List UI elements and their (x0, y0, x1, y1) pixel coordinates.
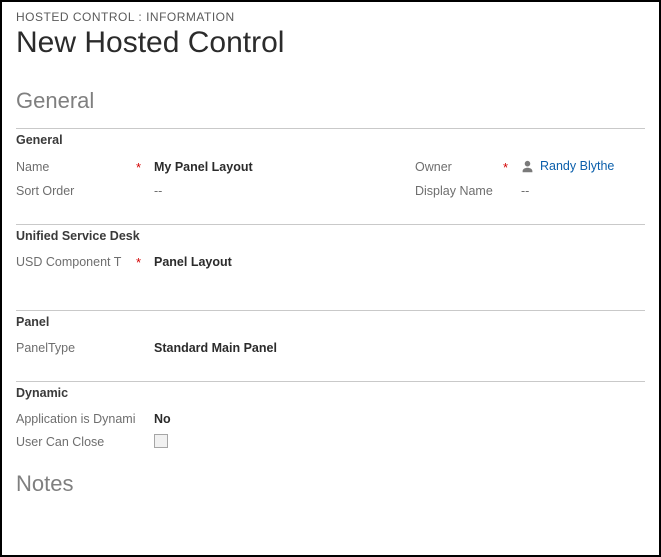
name-field[interactable]: My Panel Layout (154, 160, 405, 174)
subsection-general: General Name * My Panel Layout Owner * R… (16, 128, 645, 198)
section-notes-title: Notes (16, 471, 645, 497)
usercanclose-checkbox[interactable] (154, 434, 168, 448)
subsection-general-header: General (16, 129, 645, 147)
displayname-field[interactable]: -- (521, 184, 645, 198)
subsection-usd: Unified Service Desk USD Component T * P… (16, 224, 645, 270)
name-required: * (136, 160, 154, 175)
section-general-title: General (16, 88, 645, 114)
subsection-dynamic-header: Dynamic (16, 382, 645, 400)
sortorder-field[interactable]: -- (154, 184, 405, 198)
componenttype-required: * (136, 255, 154, 270)
owner-label: Owner (415, 160, 503, 174)
appisdynamic-label: Application is Dynami (16, 412, 136, 426)
subsection-usd-header: Unified Service Desk (16, 225, 645, 243)
person-icon (521, 160, 534, 173)
owner-field[interactable]: Randy Blythe (521, 159, 614, 173)
paneltype-label: PanelType (16, 341, 136, 355)
componenttype-field[interactable]: Panel Layout (154, 255, 645, 269)
componenttype-label: USD Component T (16, 255, 136, 269)
subsection-panel: Panel PanelType Standard Main Panel (16, 310, 645, 355)
displayname-label: Display Name (415, 184, 503, 198)
appisdynamic-field[interactable]: No (154, 412, 645, 426)
subsection-dynamic: Dynamic Application is Dynami No User Ca… (16, 381, 645, 451)
owner-required: * (503, 160, 521, 175)
usercanclose-label: User Can Close (16, 435, 136, 449)
breadcrumb: HOSTED CONTROL : INFORMATION (16, 10, 645, 24)
page-title: New Hosted Control (16, 26, 645, 60)
sortorder-label: Sort Order (16, 184, 136, 198)
name-label: Name (16, 160, 136, 174)
owner-link[interactable]: Randy Blythe (540, 159, 614, 173)
subsection-panel-header: Panel (16, 311, 645, 329)
paneltype-field[interactable]: Standard Main Panel (154, 341, 645, 355)
